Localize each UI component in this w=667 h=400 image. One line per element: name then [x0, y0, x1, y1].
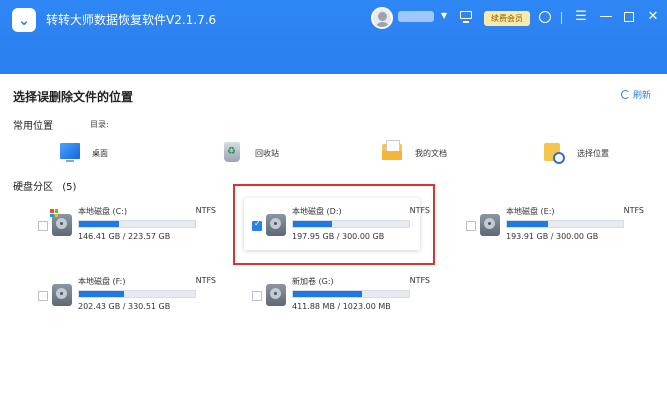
partition-checkbox[interactable] — [252, 291, 262, 301]
partition-name: 新加卷 (G:) — [292, 277, 334, 286]
app-title: 转转大师数据恢复软件V2.1.7.6 — [46, 13, 217, 27]
app-logo-icon: ⌄ — [12, 8, 36, 32]
partition-size: 411.88 MB / 1023.00 MB — [292, 302, 391, 311]
partition-size: 197.95 GB / 300.00 GB — [292, 232, 385, 241]
location-label: 选择位置 — [577, 149, 609, 158]
hard-drive-icon — [52, 214, 72, 236]
partition-name: 本地磁盘 (E:) — [506, 207, 555, 216]
usage-bar-fill — [293, 291, 363, 297]
partition-filesystem: NTFS — [195, 206, 216, 215]
username-redacted — [398, 11, 434, 22]
location-label: 我的文档 — [415, 149, 447, 158]
partition-card[interactable]: 新加卷 (G:) NTFS 411.88 MB / 1023.00 MB — [252, 270, 442, 320]
documents-folder-icon — [382, 140, 402, 160]
recycle-bin-icon — [224, 142, 240, 162]
monitor-icon[interactable] — [458, 9, 474, 25]
title-bar: ⌄ 转转大师数据恢复软件V2.1.7.6 ▼ 续费会员 ☰ — ✕ — [0, 0, 667, 74]
location-desktop[interactable]: 桌面 — [60, 140, 170, 166]
refresh-icon — [621, 90, 630, 99]
usage-bar-fill — [79, 291, 124, 297]
windows-logo-icon — [50, 209, 58, 217]
location-choose[interactable]: 选择位置 — [544, 140, 654, 166]
location-my-documents[interactable]: 我的文档 — [382, 140, 492, 166]
renew-vip-button[interactable]: 续费会员 — [484, 11, 530, 26]
usage-bar-fill — [293, 221, 333, 227]
common-locations-title: 常用位置 — [13, 121, 53, 132]
usage-bar — [292, 220, 410, 228]
minimize-icon[interactable]: — — [598, 9, 614, 25]
help-icon[interactable] — [537, 9, 553, 25]
usage-bar — [78, 290, 196, 298]
partition-filesystem: NTFS — [409, 276, 430, 285]
refresh-button[interactable]: 刷新 — [621, 88, 651, 101]
partition-filesystem: NTFS — [195, 276, 216, 285]
partition-checkbox[interactable] — [466, 221, 476, 231]
location-label: 桌面 — [92, 149, 108, 158]
hard-drive-icon — [52, 284, 72, 306]
partitions-title: 硬盘分区 (5) — [13, 178, 76, 193]
titlebar-divider — [561, 12, 562, 24]
partitions-count: (5) — [62, 182, 77, 193]
location-recycle-bin[interactable]: 回收站 — [222, 140, 332, 166]
usage-bar — [292, 290, 410, 298]
partition-card[interactable]: 本地磁盘 (C:) NTFS 146.41 GB / 223.57 GB — [38, 200, 228, 250]
directory-label: 目录: — [90, 120, 109, 129]
partition-filesystem: NTFS — [409, 206, 430, 215]
usage-bar — [78, 220, 196, 228]
hard-drive-icon — [480, 214, 500, 236]
partition-name: 本地磁盘 (F:) — [78, 277, 126, 286]
partition-filesystem: NTFS — [623, 206, 644, 215]
maximize-icon[interactable] — [621, 9, 637, 25]
refresh-label: 刷新 — [633, 91, 652, 101]
desktop-icon — [60, 143, 80, 162]
hard-drive-icon — [266, 214, 286, 236]
choose-location-icon — [544, 143, 565, 164]
close-icon[interactable]: ✕ — [645, 9, 661, 25]
partition-card[interactable]: 本地磁盘 (E:) NTFS 193.91 GB / 300.00 GB — [466, 200, 656, 250]
page-title: 选择误删除文件的位置 — [13, 90, 134, 104]
partitions-title-label: 硬盘分区 — [13, 182, 53, 193]
avatar[interactable] — [371, 7, 393, 29]
usage-bar-fill — [79, 221, 120, 227]
partition-name: 本地磁盘 (D:) — [292, 207, 342, 216]
partition-checkbox[interactable] — [38, 291, 48, 301]
usage-bar — [506, 220, 624, 228]
partition-size: 146.41 GB / 223.57 GB — [78, 232, 171, 241]
location-label: 回收站 — [255, 149, 279, 158]
chevron-down-icon[interactable]: ▼ — [441, 11, 447, 20]
partition-card[interactable]: 本地磁盘 (F:) NTFS 202.43 GB / 330.51 GB — [38, 270, 228, 320]
partition-size: 193.91 GB / 300.00 GB — [506, 232, 599, 241]
partition-size: 202.43 GB / 330.51 GB — [78, 302, 171, 311]
partition-name: 本地磁盘 (C:) — [78, 207, 128, 216]
partition-checkbox[interactable] — [38, 221, 48, 231]
partition-card[interactable]: 本地磁盘 (D:) NTFS 197.95 GB / 300.00 GB — [252, 200, 442, 250]
menu-icon[interactable]: ☰ — [573, 9, 589, 25]
hard-drive-icon — [266, 284, 286, 306]
usage-bar-fill — [507, 221, 548, 227]
partition-checkbox[interactable] — [252, 219, 262, 231]
